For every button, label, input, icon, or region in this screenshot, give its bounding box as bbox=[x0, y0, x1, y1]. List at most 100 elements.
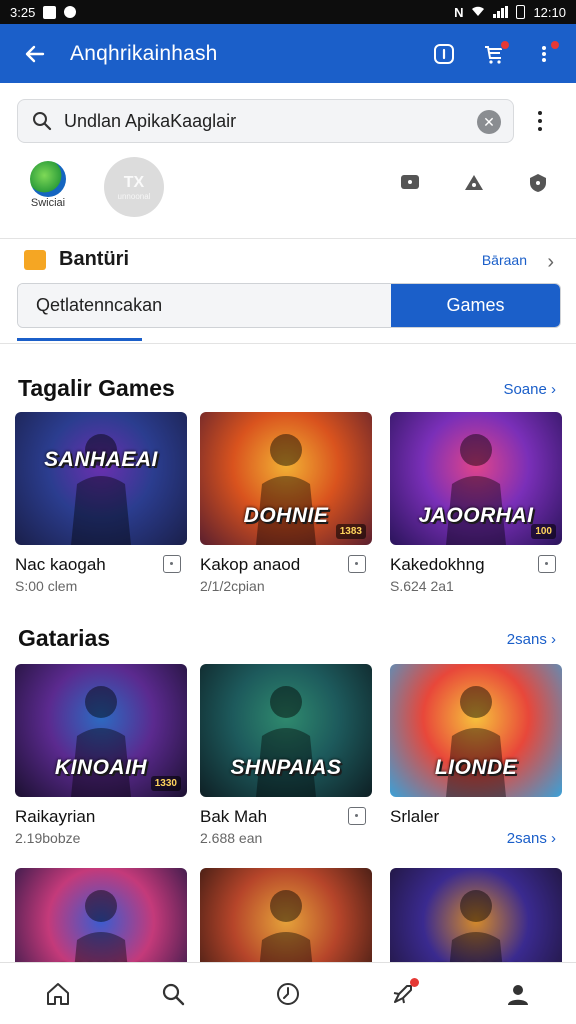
game-title: Bak Mah bbox=[200, 807, 268, 826]
game-thumbnail[interactable]: SHNPAIAS bbox=[200, 664, 372, 797]
top-games-heading: Tagalir Games bbox=[18, 375, 175, 401]
tab-indicator bbox=[17, 338, 142, 341]
home-icon bbox=[46, 982, 69, 1005]
game-thumbnail[interactable]: DOHNIE 1383 bbox=[200, 412, 372, 545]
game-title: Raikayrian bbox=[15, 807, 96, 826]
bottom-navigation bbox=[0, 962, 576, 1024]
nav-home[interactable] bbox=[38, 974, 78, 1014]
cart-button[interactable] bbox=[480, 39, 510, 68]
shield-button[interactable] bbox=[526, 171, 550, 195]
game-card[interactable]: JAOORHAI 100 Kakedokhng S.624 2a1 bbox=[390, 412, 562, 594]
more-options-button[interactable] bbox=[530, 39, 560, 68]
galleries-more-link[interactable]: 2sans › bbox=[507, 830, 556, 847]
status-time: 3:25 bbox=[10, 4, 36, 20]
folder-icon bbox=[24, 250, 46, 270]
game-card[interactable]: SHNPAIAS Bak Mah 2.688 ean bbox=[200, 664, 372, 846]
game-thumbnail[interactable]: LIONDE bbox=[390, 664, 562, 797]
bookmark-icon[interactable] bbox=[348, 555, 366, 573]
game-card[interactable]: SANHAEAI Nac kaogah S:00 clem bbox=[15, 412, 187, 594]
game-tag: 1383 bbox=[335, 524, 366, 539]
nav-search[interactable] bbox=[153, 974, 193, 1014]
user-icon bbox=[508, 984, 529, 1005]
bookmark-icon[interactable] bbox=[163, 555, 181, 573]
status-bar: 3:25 N 12:10 bbox=[0, 0, 576, 24]
game-title: Kakedokhng bbox=[390, 555, 485, 574]
tab-games[interactable]: Games bbox=[391, 284, 560, 327]
game-logo: LIONDE bbox=[434, 756, 518, 779]
game-thumbnail[interactable]: JAOORHAI 100 bbox=[390, 412, 562, 545]
info-button[interactable] bbox=[430, 40, 458, 68]
game-logo: SHNPAIAS bbox=[230, 756, 342, 779]
triangle-icon bbox=[465, 175, 483, 190]
game-meta: S.624 2a1 bbox=[390, 578, 454, 594]
quick-access-row: Swiciai TX unnoonal bbox=[0, 155, 576, 221]
globe-label: Swiciai bbox=[30, 197, 66, 209]
galleries-see-all[interactable]: 2sans › bbox=[507, 631, 556, 648]
search-icon bbox=[33, 112, 52, 131]
globe-icon[interactable] bbox=[30, 161, 66, 197]
galleries-heading: Gatarias bbox=[18, 625, 111, 651]
triangle-button[interactable] bbox=[462, 171, 486, 195]
cart-badge bbox=[500, 39, 510, 50]
tab-left[interactable]: Qetlatenncakan bbox=[18, 284, 391, 327]
chat-button[interactable] bbox=[398, 171, 422, 195]
nav-notifications[interactable] bbox=[383, 974, 423, 1014]
battery-icon bbox=[516, 5, 526, 19]
divider bbox=[0, 238, 576, 239]
chat-icon bbox=[401, 175, 419, 189]
bookmark-icon[interactable] bbox=[538, 555, 556, 573]
section-title: Bantüri bbox=[59, 248, 129, 270]
notification-icon bbox=[43, 5, 57, 19]
search-row: Undlan ApikaKaaglair ✕ bbox=[0, 99, 576, 143]
wifi-icon bbox=[471, 5, 485, 20]
info-icon bbox=[434, 43, 454, 64]
notification-badge bbox=[410, 977, 420, 987]
signal-icon bbox=[493, 6, 509, 18]
game-meta: 2/1/2cpian bbox=[200, 578, 265, 594]
avatar[interactable]: TX unnoonal bbox=[104, 157, 164, 217]
game-tag: 100 bbox=[531, 524, 556, 539]
galleries-header: Gatarias 2sans › bbox=[0, 623, 576, 659]
chevron-right-icon[interactable]: › bbox=[547, 251, 554, 274]
game-card[interactable]: LIONDE Srlaler bbox=[390, 664, 562, 830]
nfc-icon: N bbox=[454, 4, 464, 20]
game-tag: 1330 bbox=[150, 776, 181, 791]
avatar-sub: unnoonal bbox=[117, 191, 151, 201]
back-button[interactable] bbox=[0, 24, 70, 83]
nav-profile[interactable] bbox=[498, 974, 538, 1014]
tab-group: Qetlatenncakan Games bbox=[17, 283, 561, 328]
app-notification-icon bbox=[64, 6, 77, 18]
bookmark-icon[interactable] bbox=[348, 807, 366, 825]
avatar-initials: TX bbox=[123, 173, 145, 191]
game-thumbnail[interactable]: KINOAIH 1330 bbox=[15, 664, 187, 797]
game-card[interactable]: KINOAIH 1330 Raikayrian 2.19bobze bbox=[15, 664, 187, 846]
divider bbox=[0, 343, 576, 344]
search-input[interactable]: Undlan ApikaKaaglair ✕ bbox=[17, 99, 514, 143]
search-text: Undlan ApikaKaaglair bbox=[64, 110, 237, 131]
game-title: Kakop anaod bbox=[200, 555, 301, 574]
game-meta: 2.688 ean bbox=[200, 830, 263, 846]
game-meta: S:00 clem bbox=[15, 578, 78, 594]
search-icon bbox=[162, 983, 184, 1005]
game-title: Nac kaogah bbox=[15, 555, 106, 574]
game-title: Srlaler bbox=[390, 807, 440, 826]
top-games-see-all[interactable]: Soane › bbox=[503, 381, 556, 398]
page-title: Anqhrikainhash bbox=[70, 41, 218, 65]
arrow-left-icon bbox=[25, 45, 45, 62]
game-card[interactable]: DOHNIE 1383 Kakop anaod 2/1/2cpian bbox=[200, 412, 372, 594]
search-menu-button[interactable] bbox=[528, 109, 552, 133]
clock-icon bbox=[276, 982, 299, 1005]
game-thumbnail[interactable]: SANHAEAI bbox=[15, 412, 187, 545]
top-games-header: Tagalir Games Soane › bbox=[0, 373, 576, 409]
section-link[interactable]: Bāraan bbox=[482, 252, 527, 268]
nav-history[interactable] bbox=[268, 974, 308, 1014]
game-logo: SANHAEAI bbox=[44, 448, 158, 471]
more-badge bbox=[550, 39, 560, 50]
status-clock: 12:10 bbox=[533, 4, 566, 20]
clear-search-icon[interactable]: ✕ bbox=[477, 110, 501, 134]
shield-icon bbox=[530, 174, 546, 192]
hero-figure-icon bbox=[71, 434, 131, 545]
section-header: Bantüri Bāraan › bbox=[0, 242, 576, 278]
app-bar: Anqhrikainhash bbox=[0, 24, 576, 83]
game-meta: 2.19bobze bbox=[15, 830, 81, 846]
